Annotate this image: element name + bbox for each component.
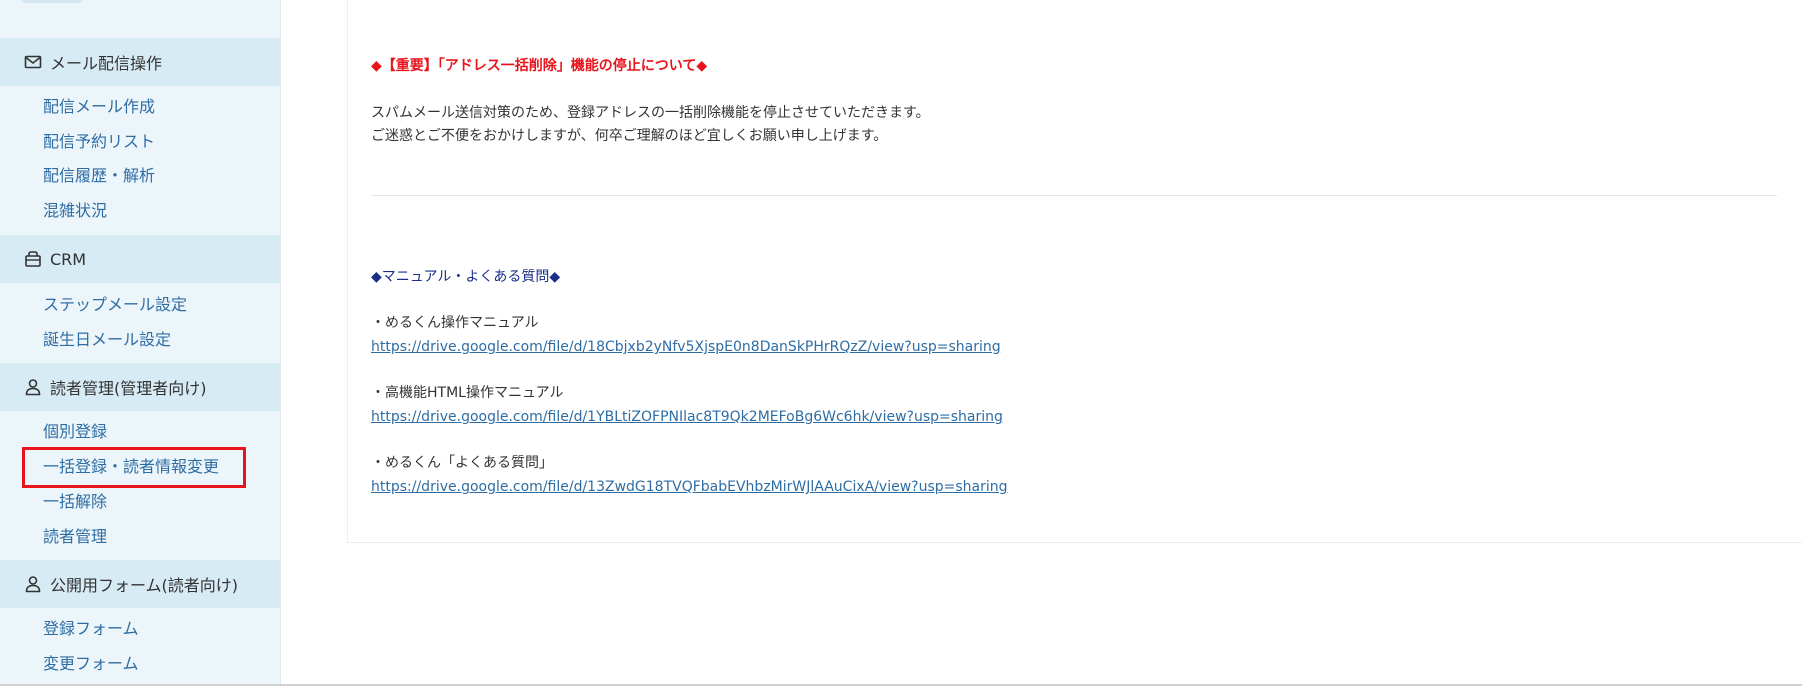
sidebar-section-title: メール配信操作 — [50, 54, 163, 73]
notice-panel — [347, 0, 1802, 543]
highlight-annotation-box — [22, 447, 246, 488]
sidebar-top-tab[interactable] — [22, 0, 82, 3]
sidebar: メール配信操作 配信メール作成 配信予約リスト 配信履歴・解析 混雑状況 CRM… — [0, 0, 281, 686]
sidebar-item-registration-form[interactable]: 登録フォーム — [43, 619, 139, 639]
sidebar-section-title: 公開用フォーム(読者向け) — [50, 576, 239, 595]
notice-title: ◆【重要】「アドレス一括削除」機能の停止について◆ — [371, 58, 708, 74]
manual-section-title: ◆マニュアル・よくある質問◆ — [371, 269, 561, 285]
sidebar-item-reader-management[interactable]: 読者管理 — [43, 527, 107, 547]
sidebar-section-public-forms[interactable]: 公開用フォーム(読者向け) — [0, 560, 280, 608]
sidebar-section-title: CRM — [50, 249, 87, 269]
sidebar-item-change-form[interactable]: 変更フォーム — [43, 654, 139, 674]
sidebar-section-reader-management[interactable]: 読者管理(管理者向け) — [0, 363, 280, 411]
sidebar-section-title: 読者管理(管理者向け) — [50, 379, 207, 398]
sidebar-item-step-mail-settings[interactable]: ステップメール設定 — [43, 295, 187, 315]
sidebar-section-crm[interactable]: CRM — [0, 235, 280, 283]
sidebar-item-history-analysis[interactable]: 配信履歴・解析 — [43, 166, 155, 186]
faq-item-label: ・めるくん「よくある質問」 — [371, 455, 553, 471]
notice-text-line2: ご迷惑とご不便をおかけしますが、何卒ご理解のほど宜しくお願い申し上げます。 — [371, 128, 888, 144]
sidebar-item-scheduled-list[interactable]: 配信予約リスト — [43, 132, 155, 152]
sidebar-item-individual-registration[interactable]: 個別登録 — [43, 422, 107, 442]
manual-link[interactable]: https://drive.google.com/file/d/18Cbjxb2… — [371, 338, 1001, 356]
user-icon — [24, 575, 42, 593]
manual-item-label: ・高機能HTML操作マニュアル — [371, 385, 564, 401]
crm-icon — [24, 250, 42, 268]
notice-text-line1: スパムメール送信対策のため、登録アドレスの一括削除機能を停止させていただきます。 — [371, 105, 930, 121]
sidebar-section-mail-operations[interactable]: メール配信操作 — [0, 38, 280, 86]
faq-link[interactable]: https://drive.google.com/file/d/13ZwdG18… — [371, 478, 1008, 496]
sidebar-item-birthday-mail-settings[interactable]: 誕生日メール設定 — [43, 330, 171, 350]
sidebar-item-bulk-unsubscribe[interactable]: 一括解除 — [43, 492, 107, 512]
sidebar-item-congestion-status[interactable]: 混雑状況 — [43, 201, 107, 221]
sidebar-item-create-mail[interactable]: 配信メール作成 — [43, 97, 155, 117]
content-divider — [371, 195, 1777, 196]
manual-item-label: ・めるくん操作マニュアル — [371, 315, 539, 331]
mail-icon — [24, 53, 42, 71]
user-icon — [24, 378, 42, 396]
manual-link[interactable]: https://drive.google.com/file/d/1YBLtiZO… — [371, 408, 1003, 426]
